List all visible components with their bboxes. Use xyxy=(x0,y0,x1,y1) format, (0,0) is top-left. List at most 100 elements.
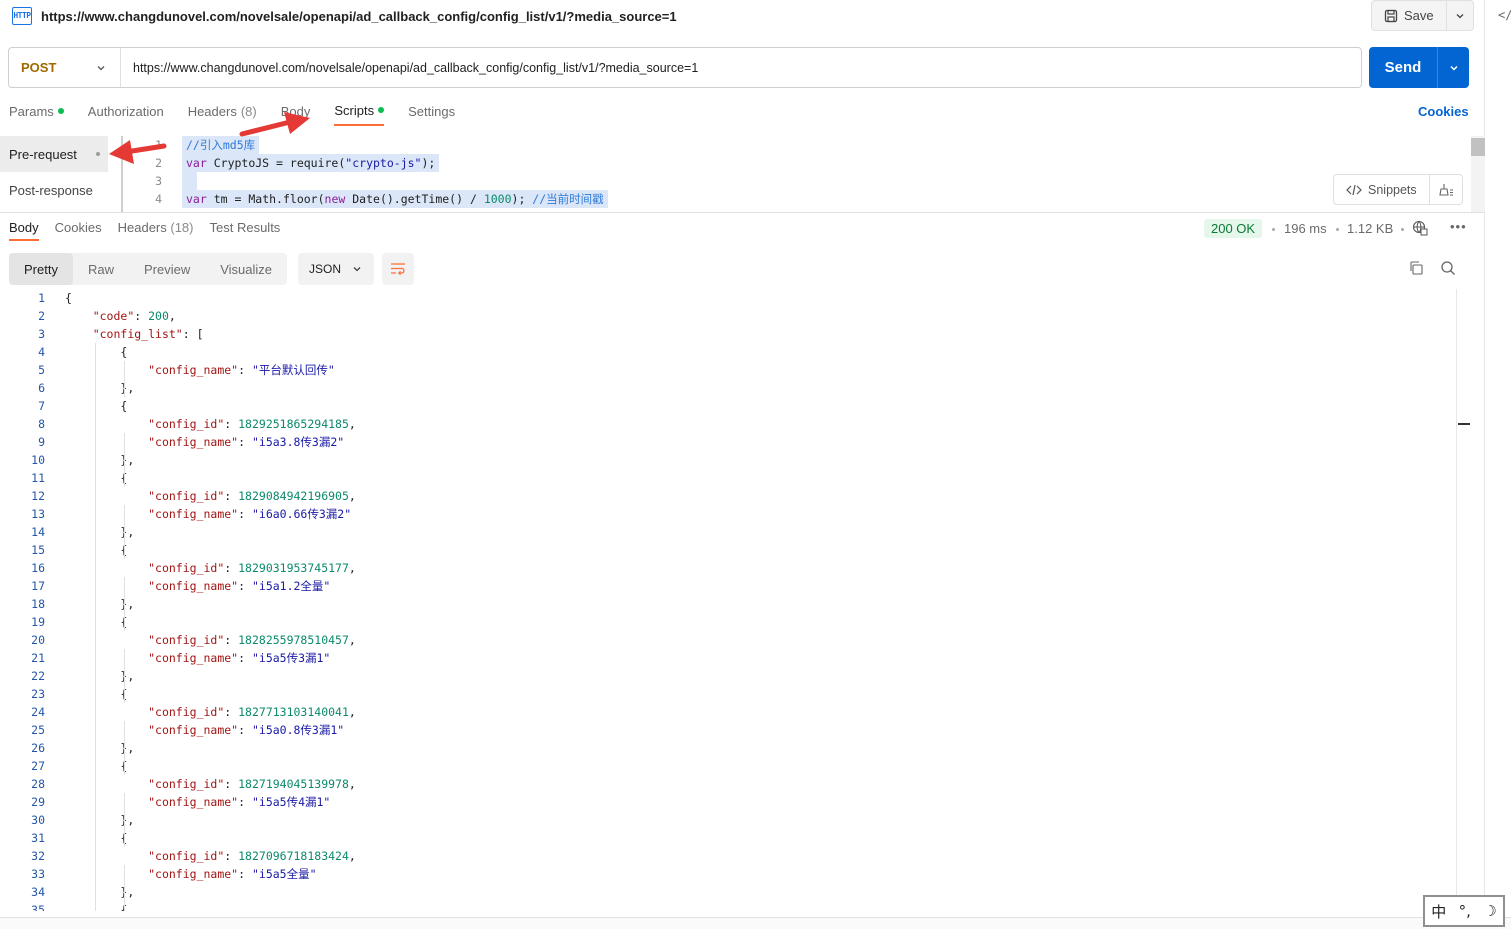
json-key: "config_name" xyxy=(148,795,239,809)
script-line: 2 var CryptoJS = require("crypto-js"); xyxy=(136,154,1466,172)
headers-count: (8) xyxy=(240,103,257,119)
json-key: "config_id" xyxy=(148,417,225,431)
view-preview[interactable]: Preview xyxy=(129,253,205,285)
view-visualize[interactable]: Visualize xyxy=(205,253,287,285)
response-tab-headers[interactable]: Headers (18) xyxy=(118,220,194,241)
tab-body[interactable]: Body xyxy=(281,102,311,126)
chevron-down-icon xyxy=(97,65,105,70)
post-response-tab[interactable]: Post-response xyxy=(0,172,108,208)
response-size[interactable]: 1.12 KB xyxy=(1347,221,1393,236)
url-input[interactable]: https://www.changdunovel.com/novelsale/o… xyxy=(121,61,698,75)
line-number: 17 xyxy=(31,579,45,593)
json-line: 16 "config_id": 1829031953745177, xyxy=(0,559,1455,577)
json-code: "config_id": 1828255978510457, xyxy=(148,633,356,647)
json-code: "code": 200, xyxy=(92,309,176,323)
json-value: "i5a5全量" xyxy=(251,867,317,881)
ime-indicator[interactable]: 中 °, ☽ xyxy=(1423,895,1505,927)
json-line: 6 }, xyxy=(0,379,1455,397)
json-key: "code" xyxy=(92,309,135,323)
scrollbar-thumb[interactable] xyxy=(1471,138,1485,156)
network-globe-icon[interactable] xyxy=(1412,220,1428,239)
json-line: 33 "config_name": "i5a5全量" xyxy=(0,865,1455,883)
tab-params[interactable]: Params xyxy=(9,102,64,126)
send-options-chevron-icon[interactable] xyxy=(1438,47,1469,88)
response-tab-cookies[interactable]: Cookies xyxy=(55,220,102,241)
save-button[interactable]: Save xyxy=(1372,1,1447,30)
line-number: 30 xyxy=(31,813,45,827)
json-key: "config_id" xyxy=(148,705,225,719)
response-tab-test-results[interactable]: Test Results xyxy=(210,220,281,241)
json-key: "config_name" xyxy=(148,435,239,449)
code-comment: //当前时间戳 xyxy=(532,192,604,206)
json-key: "config_id" xyxy=(148,633,225,647)
pre-request-indicator-dot xyxy=(96,152,100,156)
code-panel-icon[interactable]: </ xyxy=(1498,8,1511,22)
json-line: 35 { xyxy=(0,901,1455,911)
json-code: { xyxy=(65,901,127,911)
clean-brush-icon[interactable] xyxy=(1430,183,1462,197)
json-value: 1829084942196905 xyxy=(238,489,349,503)
send-button[interactable]: Send xyxy=(1369,47,1438,88)
json-code: "config_id": 1829031953745177, xyxy=(148,561,356,575)
request-title[interactable]: https://www.changdunovel.com/novelsale/o… xyxy=(41,9,677,24)
code-variable: tm xyxy=(213,192,228,206)
indent-guide xyxy=(124,721,125,775)
scrollbar-position-marker xyxy=(1458,423,1470,425)
json-line: 25 "config_name": "i5a0.8传3漏1" xyxy=(0,721,1455,739)
line-number: 2 xyxy=(155,156,162,170)
json-line: 15 { xyxy=(0,541,1455,559)
line-number: 13 xyxy=(31,507,45,521)
json-key: "config_id" xyxy=(148,849,225,863)
tab-headers[interactable]: Headers (8) xyxy=(188,102,257,126)
line-number: 3 xyxy=(38,327,45,341)
response-headers-count: (18) xyxy=(170,220,194,235)
json-line: 31 { xyxy=(0,829,1455,847)
line-number: 1 xyxy=(38,291,45,305)
tab-scripts[interactable]: Scripts xyxy=(334,102,385,126)
json-value: "平台默认回传" xyxy=(251,363,335,377)
line-number: 7 xyxy=(38,399,45,413)
format-select[interactable]: JSON xyxy=(298,253,374,285)
line-number: 28 xyxy=(31,777,45,791)
tab-settings[interactable]: Settings xyxy=(408,102,455,126)
copy-icon[interactable] xyxy=(1408,260,1424,279)
view-mode-switch: Pretty Raw Preview Visualize xyxy=(9,253,288,285)
line-number: 8 xyxy=(38,417,45,431)
wrap-lines-button[interactable] xyxy=(382,253,414,285)
method-select[interactable]: POST xyxy=(9,48,121,87)
response-time[interactable]: 196 ms xyxy=(1284,221,1327,236)
json-line: 20 "config_id": 1828255978510457, xyxy=(0,631,1455,649)
line-number: 35 xyxy=(31,903,45,911)
url-bar: POST https://www.changdunovel.com/novels… xyxy=(8,47,1362,88)
response-tab-body[interactable]: Body xyxy=(9,220,39,241)
json-line: 5 "config_name": "平台默认回传" xyxy=(0,361,1455,379)
more-options-icon[interactable]: ••• xyxy=(1450,219,1467,234)
script-editor[interactable]: 1 //引入md5库 2 var CryptoJS = require("cry… xyxy=(136,136,1466,212)
json-key: "config_name" xyxy=(148,723,239,737)
view-raw[interactable]: Raw xyxy=(73,253,129,285)
line-number: 27 xyxy=(31,759,45,773)
tab-authorization[interactable]: Authorization xyxy=(88,102,164,126)
line-number: 21 xyxy=(31,651,45,665)
code-number: 1000 xyxy=(483,192,512,206)
script-scrollbar[interactable] xyxy=(1471,136,1485,212)
json-line: 14 }, xyxy=(0,523,1455,541)
snippets-button[interactable]: Snippets xyxy=(1334,175,1430,204)
indent-guide xyxy=(124,865,125,911)
save-options-chevron-icon[interactable] xyxy=(1447,1,1473,30)
json-code: "config_id": 1827713103140041, xyxy=(148,705,356,719)
json-key: "config_id" xyxy=(148,561,225,575)
json-code: "config_name": "i6a0.66传3漏2" xyxy=(148,507,352,521)
status-badge[interactable]: 200 OK xyxy=(1204,219,1263,238)
cookies-link[interactable]: Cookies xyxy=(1418,104,1469,119)
line-number: 34 xyxy=(31,885,45,899)
panel-divider[interactable] xyxy=(0,212,1485,213)
response-body[interactable]: 1{2 "code": 200, 3 "config_list": [4 {5 "… xyxy=(0,289,1455,911)
json-value: 1827096718183424 xyxy=(238,849,349,863)
save-label: Save xyxy=(1404,8,1434,23)
view-pretty[interactable]: Pretty xyxy=(9,253,73,285)
response-scrollbar[interactable] xyxy=(1456,289,1470,911)
search-icon[interactable] xyxy=(1440,260,1456,279)
json-value: 1828255978510457 xyxy=(238,633,349,647)
pre-request-tab[interactable]: Pre-request xyxy=(0,136,108,172)
